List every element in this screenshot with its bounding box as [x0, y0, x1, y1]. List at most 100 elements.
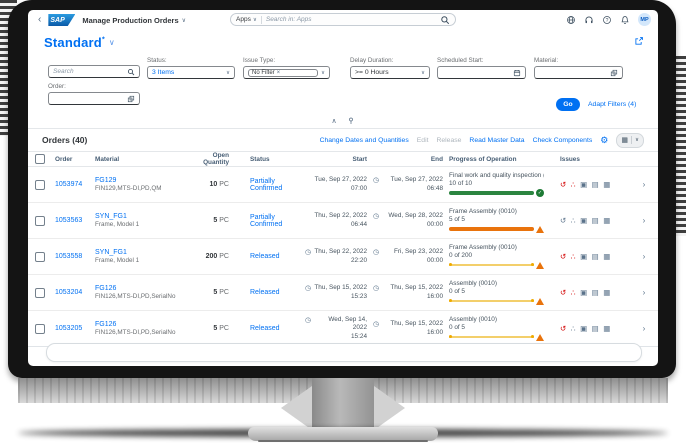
- order-link[interactable]: 1053558: [52, 253, 92, 260]
- search-icon[interactable]: [127, 68, 135, 76]
- check-components-button[interactable]: Check Components: [533, 137, 593, 144]
- print-issue-icon[interactable]: ▦: [603, 217, 610, 225]
- edit-button[interactable]: Edit: [417, 137, 429, 144]
- read-master-data-button[interactable]: Read Master Data: [469, 137, 524, 144]
- value-help-icon[interactable]: [127, 95, 135, 103]
- delay-issue-icon[interactable]: ↺: [560, 253, 566, 261]
- row-checkbox[interactable]: [35, 180, 45, 190]
- table-row[interactable]: 1053558 SYN_FG1 Frame, Model 1 200 PC Re…: [28, 239, 658, 275]
- row-chevron[interactable]: ›: [630, 216, 658, 225]
- delay-issue-icon[interactable]: ↺: [560, 325, 566, 333]
- order-link[interactable]: 1053204: [52, 289, 92, 296]
- components-issue-icon[interactable]: ∴: [571, 181, 576, 189]
- chart-issue-icon[interactable]: ▤: [592, 325, 599, 333]
- table-row[interactable]: 1053205 FG126 FIN126,MTS-DI,PD,SerialNo …: [28, 311, 658, 347]
- components-issue-icon[interactable]: ∴: [571, 289, 576, 297]
- tags-issue-icon[interactable]: ▣: [580, 181, 587, 189]
- print-issue-icon[interactable]: ▦: [603, 181, 610, 189]
- status-link[interactable]: Released: [232, 325, 302, 332]
- delay-issue-icon[interactable]: ↺: [560, 217, 566, 225]
- delay-duration-select[interactable]: >= 0 Hours ∨: [350, 66, 430, 79]
- material-link[interactable]: SYN_FG1: [95, 249, 127, 256]
- chevron-down-icon[interactable]: ∨: [109, 38, 115, 47]
- go-button[interactable]: Go: [556, 98, 580, 111]
- status-link[interactable]: Partially Confirmed: [232, 214, 302, 228]
- share-icon[interactable]: [634, 36, 644, 46]
- chart-issue-icon[interactable]: ▤: [592, 181, 599, 189]
- order-input[interactable]: [48, 92, 140, 105]
- search-scope-select[interactable]: Apps ∨: [236, 16, 257, 23]
- row-chevron[interactable]: ›: [630, 252, 658, 261]
- table-row[interactable]: 1053204 FG126 FIN126,MTS-DI,PD,SerialNo …: [28, 275, 658, 311]
- print-issue-icon[interactable]: ▦: [603, 289, 610, 297]
- order-link[interactable]: 1053205: [52, 325, 92, 332]
- order-link[interactable]: 1053974: [52, 181, 92, 188]
- shell-search-field[interactable]: Apps ∨ Search in: Apps: [230, 13, 456, 26]
- select-all-checkbox[interactable]: [35, 154, 45, 164]
- chart-issue-icon[interactable]: ▤: [592, 253, 599, 261]
- table-row[interactable]: 1053974 FG129 FIN129,MTS-DI,PD,QM 10 PC …: [28, 167, 658, 203]
- components-issue-icon[interactable]: ∴: [571, 217, 576, 225]
- status-link[interactable]: Released: [232, 253, 302, 260]
- components-issue-icon[interactable]: ∴: [571, 253, 576, 261]
- row-checkbox[interactable]: [35, 216, 45, 226]
- pin-header-icon[interactable]: [347, 117, 355, 127]
- components-issue-icon[interactable]: ∴: [571, 325, 576, 333]
- status-select[interactable]: 3 Items ∨: [147, 66, 235, 79]
- status-link[interactable]: Released: [232, 289, 302, 296]
- table-search-field[interactable]: Search: [48, 65, 140, 78]
- delay-issue-icon[interactable]: ↺: [560, 181, 566, 189]
- chevron-down-icon[interactable]: ∨: [635, 137, 639, 143]
- value-help-icon[interactable]: [610, 69, 618, 77]
- settings-gear-icon[interactable]: ⚙: [600, 136, 608, 145]
- table-row[interactable]: 1053563 SYN_FG1 Frame, Model 1 5 PC Part…: [28, 203, 658, 239]
- material-link[interactable]: FG129: [95, 177, 116, 184]
- issue-type-select[interactable]: No Filter × ∨: [243, 66, 330, 79]
- material-link[interactable]: FG126: [95, 321, 116, 328]
- order-link[interactable]: 1053563: [52, 217, 92, 224]
- chart-issue-icon[interactable]: ▤: [592, 217, 599, 225]
- delay-issue-icon[interactable]: ↺: [560, 289, 566, 297]
- material-link[interactable]: SYN_FG1: [95, 213, 127, 220]
- bell-icon[interactable]: [620, 15, 630, 25]
- headset-icon[interactable]: [584, 15, 594, 25]
- scheduled-start-input[interactable]: [437, 66, 526, 79]
- row-checkbox[interactable]: [35, 324, 45, 334]
- calendar-icon[interactable]: [513, 69, 521, 77]
- tags-issue-icon[interactable]: ▣: [580, 289, 587, 297]
- chart-issue-icon[interactable]: ▤: [592, 289, 599, 297]
- help-icon[interactable]: ?: [602, 15, 612, 25]
- page-title[interactable]: Standard*: [44, 35, 105, 50]
- material-desc: Frame, Model 1: [95, 257, 185, 264]
- print-issue-icon[interactable]: ▦: [603, 253, 610, 261]
- row-chevron[interactable]: ›: [630, 324, 658, 333]
- export-split-button[interactable]: ▦ ∨: [616, 133, 644, 148]
- print-issue-icon[interactable]: ▦: [603, 325, 610, 333]
- row-checkbox[interactable]: [35, 288, 45, 298]
- adapt-filters-link[interactable]: Adapt Filters (4): [588, 101, 636, 108]
- tags-issue-icon[interactable]: ▣: [580, 253, 587, 261]
- avatar[interactable]: MP: [638, 13, 651, 26]
- progress-bar: ✓: [449, 297, 544, 305]
- material-link[interactable]: FG126: [95, 285, 116, 292]
- collapse-header-icon[interactable]: ∧: [331, 118, 336, 125]
- back-button[interactable]: ‹: [38, 15, 41, 25]
- row-checkbox[interactable]: [35, 252, 45, 262]
- globe-icon[interactable]: [566, 15, 576, 25]
- remove-token-icon[interactable]: ×: [277, 70, 281, 76]
- search-input[interactable]: Search in: Apps: [266, 16, 436, 23]
- row-chevron[interactable]: ›: [630, 180, 658, 189]
- app-title-menu[interactable]: Manage Production Orders ∨: [82, 16, 186, 25]
- filter-token[interactable]: No Filter ×: [248, 69, 318, 77]
- change-dates-button[interactable]: Change Dates and Quantities: [320, 137, 409, 144]
- export-icon[interactable]: ▦: [621, 136, 628, 144]
- search-icon[interactable]: [440, 15, 450, 25]
- table-header-row: Order Material Open Quantity Status Star…: [28, 151, 658, 167]
- tags-issue-icon[interactable]: ▣: [580, 325, 587, 333]
- tags-issue-icon[interactable]: ▣: [580, 217, 587, 225]
- sap-logo[interactable]: SAP: [48, 14, 75, 26]
- row-chevron[interactable]: ›: [630, 288, 658, 297]
- status-link[interactable]: Partially Confirmed: [232, 178, 302, 192]
- material-input[interactable]: [534, 66, 623, 79]
- release-button[interactable]: Release: [436, 137, 461, 144]
